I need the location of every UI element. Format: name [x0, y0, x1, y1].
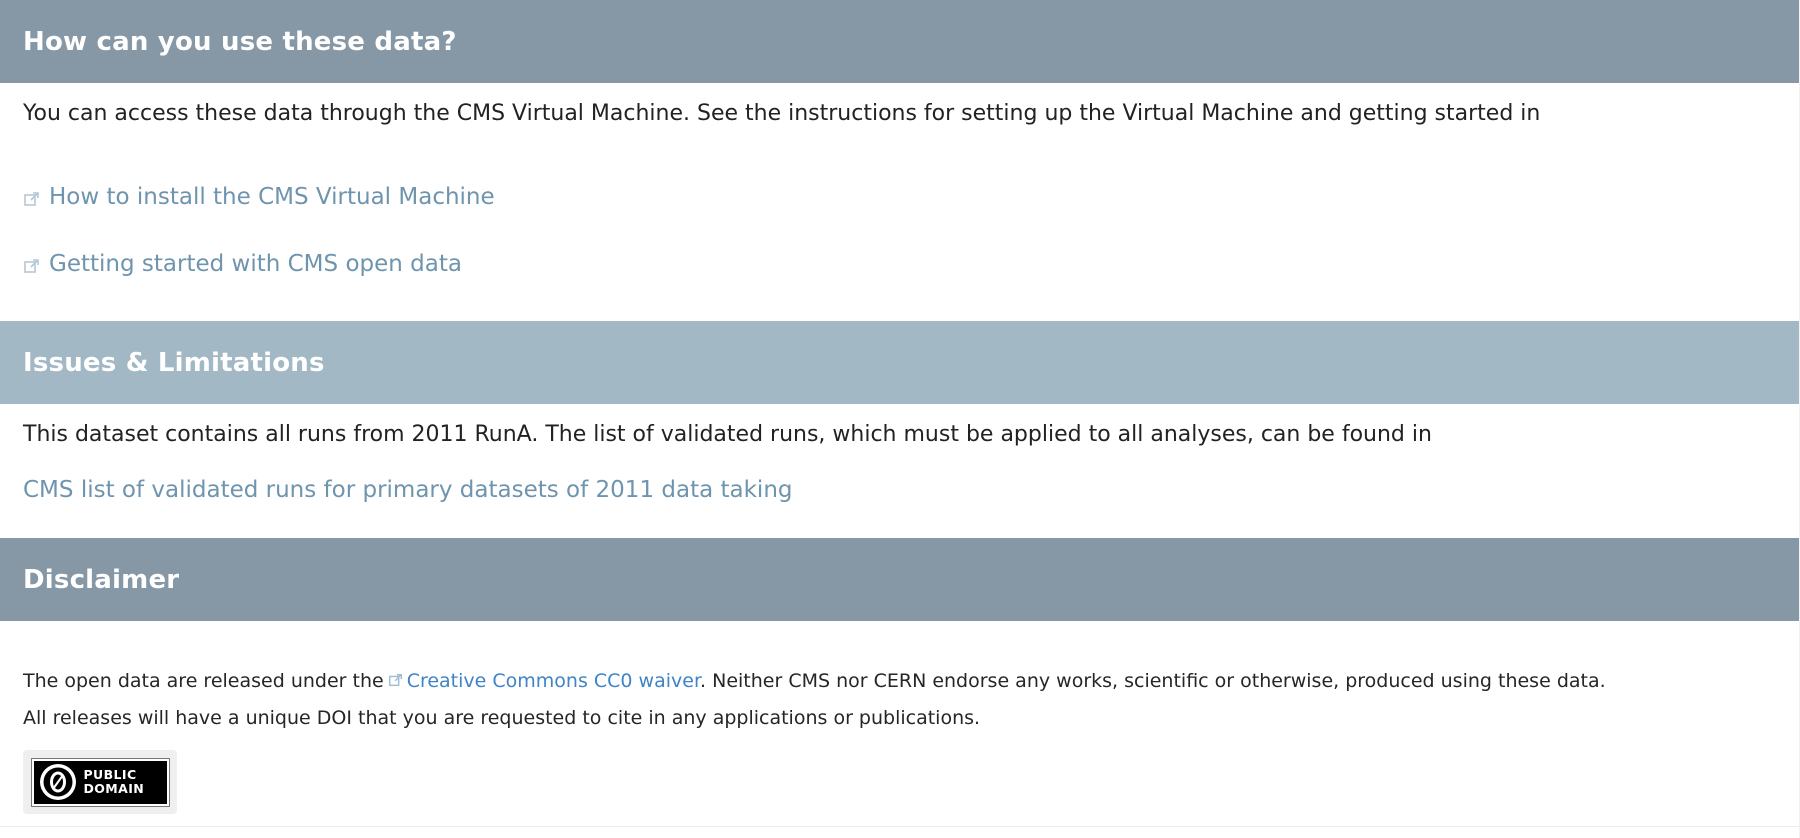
bottom-divider	[0, 826, 1799, 827]
section-header-usage: How can you use these data?	[0, 0, 1799, 83]
external-link-icon	[23, 255, 41, 273]
link-getting-started[interactable]: Getting started with CMS open data	[23, 251, 462, 277]
section-header-issues: Issues & Limitations	[0, 321, 1799, 404]
section-title: How can you use these data?	[23, 26, 457, 57]
public-domain-badge-label: PUBLIC DOMAIN	[84, 768, 145, 796]
license-prefix: The open data are released under the	[23, 670, 384, 692]
license-suffix: . Neither CMS nor CERN endorse any works…	[700, 670, 1606, 692]
page: How can you use these data? You can acce…	[0, 0, 1800, 838]
disclaimer-doi-text: All releases will have a unique DOI that…	[23, 707, 981, 729]
section-title: Disclaimer	[23, 564, 180, 595]
usage-intro-text: You can access these data through the CM…	[23, 101, 1541, 126]
badge-line-1: PUBLIC	[83, 767, 137, 782]
disclaimer-license-text: The open data are released under the Crea…	[23, 670, 1606, 692]
link-install-vm[interactable]: How to install the CMS Virtual Machine	[23, 184, 495, 210]
section-header-disclaimer: Disclaimer	[0, 538, 1799, 621]
external-link-icon	[388, 671, 404, 687]
public-domain-badge-inner: PUBLIC DOMAIN	[30, 757, 170, 807]
cc0-zero-icon	[38, 762, 78, 802]
link-validated-runs-label[interactable]: CMS list of validated runs for primary d…	[23, 477, 793, 503]
link-validated-runs[interactable]: CMS list of validated runs for primary d…	[23, 477, 793, 503]
record-details-panel: How can you use these data? You can acce…	[0, 0, 1800, 838]
public-domain-badge[interactable]: PUBLIC DOMAIN	[23, 750, 177, 814]
section-title: Issues & Limitations	[23, 347, 325, 378]
cc0-waiver-link[interactable]: Creative Commons CC0 waiver	[407, 670, 700, 692]
issues-intro-text: This dataset contains all runs from 2011…	[23, 422, 1432, 447]
link-install-vm-label[interactable]: How to install the CMS Virtual Machine	[49, 184, 495, 210]
badge-line-2: DOMAIN	[83, 781, 145, 796]
link-getting-started-label[interactable]: Getting started with CMS open data	[49, 251, 462, 277]
external-link-icon	[23, 188, 41, 206]
